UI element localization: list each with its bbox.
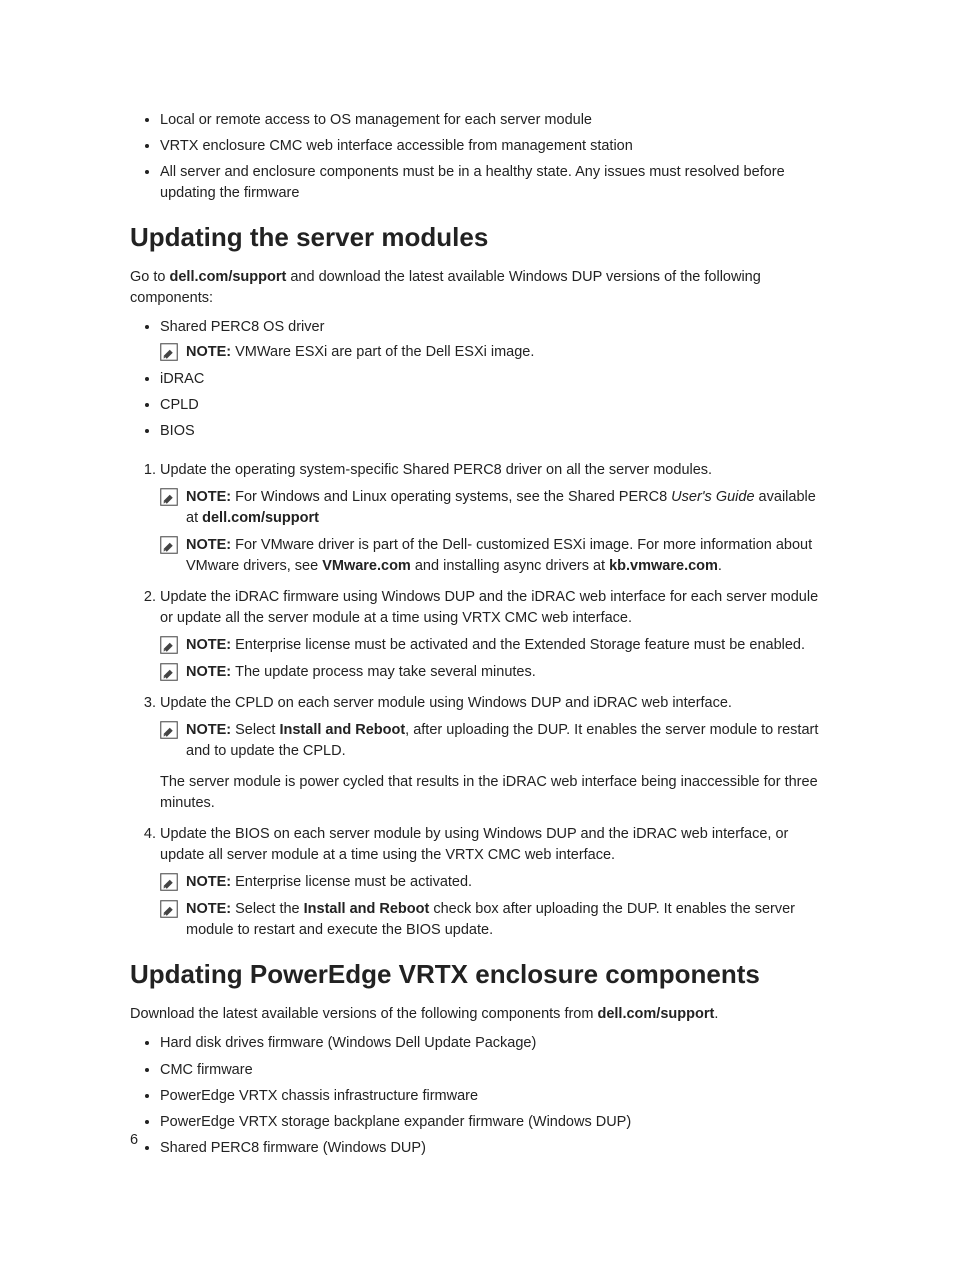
steps-list: Update the operating system-specific Sha…	[130, 460, 824, 941]
list-item: Local or remote access to OS management …	[160, 110, 824, 131]
text: Select	[235, 722, 279, 738]
note-text: NOTE: Enterprise license must be activat…	[186, 872, 472, 893]
enclosure-list: Hard disk drives firmware (Windows Dell …	[130, 1033, 824, 1158]
note-text: NOTE: VMWare ESXi are part of the Dell E…	[186, 342, 534, 363]
note-text: NOTE: For Windows and Linux operating sy…	[186, 487, 824, 529]
step-text: Update the CPLD on each server module us…	[160, 695, 732, 711]
step-item: Update the iDRAC firmware using Windows …	[160, 587, 824, 683]
link-text: VMware.com	[322, 558, 411, 574]
list-item: VRTX enclosure CMC web interface accessi…	[160, 136, 824, 157]
note-icon	[160, 636, 178, 654]
list-item: Shared PERC8 OS driver NOTE: VMWare ESXi…	[160, 317, 824, 363]
note-icon	[160, 663, 178, 681]
link-text: dell.com/support	[202, 510, 319, 526]
section-heading: Updating the server modules	[130, 222, 824, 253]
list-item: CPLD	[160, 395, 824, 416]
text: Download the latest available versions o…	[130, 1006, 597, 1022]
note-block: NOTE: Enterprise license must be activat…	[160, 635, 824, 656]
note-icon	[160, 900, 178, 918]
note-label: NOTE:	[186, 664, 235, 680]
note-text: NOTE: Select the Install and Reboot chec…	[186, 899, 824, 941]
text-italic: User's Guide	[671, 489, 754, 505]
note-block: NOTE: Select the Install and Reboot chec…	[160, 899, 824, 941]
note-block: NOTE: VMWare ESXi are part of the Dell E…	[160, 342, 824, 363]
document-page: Local or remote access to OS management …	[0, 0, 954, 1268]
text-bold: Install and Reboot	[279, 722, 405, 738]
list-item: Hard disk drives firmware (Windows Dell …	[160, 1033, 824, 1054]
text: VMWare ESXi are part of the Dell ESXi im…	[235, 344, 534, 360]
text: For Windows and Linux operating systems,…	[235, 489, 671, 505]
intro-paragraph: Go to dell.com/support and download the …	[130, 267, 824, 309]
note-block: NOTE: Enterprise license must be activat…	[160, 872, 824, 893]
section-heading: Updating PowerEdge VRTX enclosure compon…	[130, 959, 824, 990]
text: and installing async drivers at	[411, 558, 609, 574]
intro-paragraph: Download the latest available versions o…	[130, 1004, 824, 1025]
page-number: 6	[130, 1132, 138, 1148]
link-text: dell.com/support	[170, 269, 287, 285]
note-label: NOTE:	[186, 901, 235, 917]
note-icon	[160, 536, 178, 554]
step-item: Update the BIOS on each server module by…	[160, 824, 824, 941]
list-item: PowerEdge VRTX chassis infrastructure fi…	[160, 1086, 824, 1107]
note-text: NOTE: Enterprise license must be activat…	[186, 635, 805, 656]
note-text: NOTE: For VMware driver is part of the D…	[186, 535, 824, 577]
list-item: CMC firmware	[160, 1060, 824, 1081]
list-item: BIOS	[160, 421, 824, 442]
note-icon	[160, 721, 178, 739]
list-item: PowerEdge VRTX storage backplane expande…	[160, 1112, 824, 1133]
step-text: Update the BIOS on each server module by…	[160, 826, 788, 863]
note-label: NOTE:	[186, 874, 235, 890]
text: The update process may take several minu…	[235, 664, 536, 680]
step-item: Update the operating system-specific Sha…	[160, 460, 824, 577]
step-item: Update the CPLD on each server module us…	[160, 693, 824, 814]
note-block: NOTE: Select Install and Reboot, after u…	[160, 720, 824, 762]
text-bold: Install and Reboot	[304, 901, 430, 917]
prerequisite-list: Local or remote access to OS management …	[130, 110, 824, 204]
note-label: NOTE:	[186, 344, 235, 360]
link-text: kb.vmware.com	[609, 558, 718, 574]
list-item: iDRAC	[160, 369, 824, 390]
note-text: NOTE: The update process may take severa…	[186, 662, 536, 683]
note-label: NOTE:	[186, 637, 235, 653]
note-label: NOTE:	[186, 489, 235, 505]
list-item: Shared PERC8 firmware (Windows DUP)	[160, 1138, 824, 1159]
text: Enterprise license must be activated and…	[235, 637, 805, 653]
text: Select the	[235, 901, 304, 917]
note-block: NOTE: For Windows and Linux operating sy…	[160, 487, 824, 529]
text: .	[718, 558, 722, 574]
step-text: Update the iDRAC firmware using Windows …	[160, 589, 818, 626]
text: Shared PERC8 OS driver	[160, 319, 324, 335]
note-icon	[160, 488, 178, 506]
note-block: NOTE: For VMware driver is part of the D…	[160, 535, 824, 577]
step-followup: The server module is power cycled that r…	[160, 772, 824, 814]
step-text: Update the operating system-specific Sha…	[160, 462, 712, 478]
text: Go to	[130, 269, 170, 285]
note-block: NOTE: The update process may take severa…	[160, 662, 824, 683]
list-item: All server and enclosure components must…	[160, 162, 824, 204]
text: .	[714, 1006, 718, 1022]
note-label: NOTE:	[186, 537, 235, 553]
note-label: NOTE:	[186, 722, 235, 738]
text: Enterprise license must be activated.	[235, 874, 472, 890]
note-icon	[160, 873, 178, 891]
component-list: Shared PERC8 OS driver NOTE: VMWare ESXi…	[130, 317, 824, 442]
link-text: dell.com/support	[597, 1006, 714, 1022]
note-text: NOTE: Select Install and Reboot, after u…	[186, 720, 824, 762]
note-icon	[160, 343, 178, 361]
